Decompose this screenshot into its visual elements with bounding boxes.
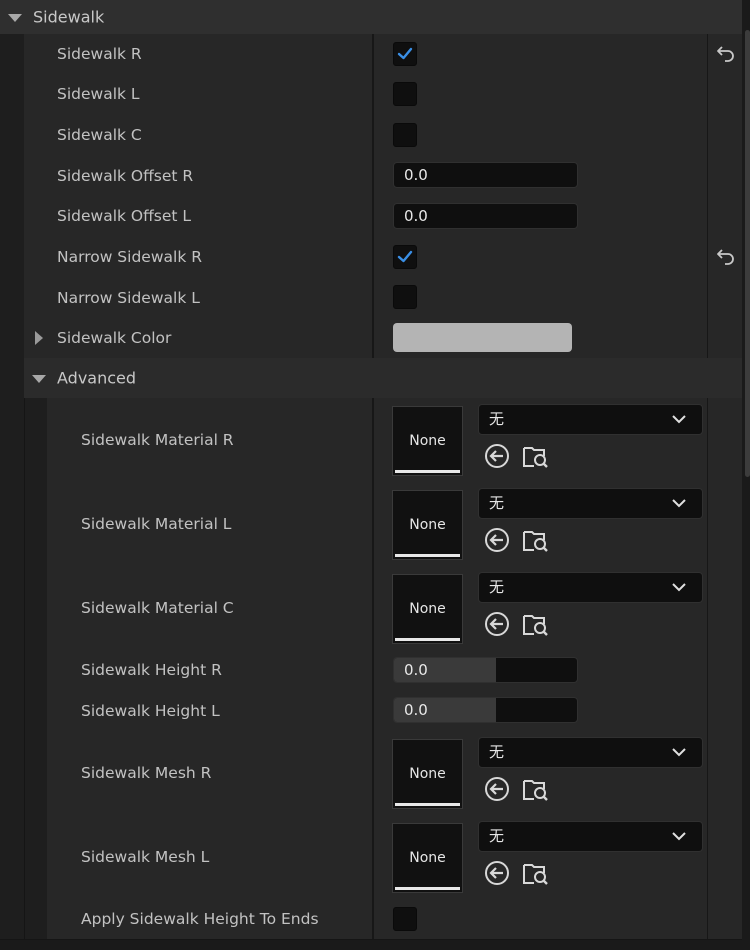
use-selected-asset-icon[interactable] bbox=[483, 859, 511, 887]
browse-asset-icon[interactable] bbox=[521, 859, 549, 887]
property-row-sidewalk-mesh-l: Sidewalk Mesh L None 无 bbox=[0, 815, 742, 900]
sidewalk-height-r-slider[interactable]: 0.0 bbox=[393, 657, 578, 683]
asset-picker-combo[interactable]: 无 bbox=[478, 737, 703, 768]
use-selected-asset-icon[interactable] bbox=[483, 610, 511, 638]
reset-to-default-icon[interactable] bbox=[715, 247, 737, 267]
browse-asset-icon[interactable] bbox=[521, 526, 549, 554]
asset-thumbnail[interactable]: None bbox=[392, 739, 463, 809]
asset-picker-combo[interactable]: 无 bbox=[478, 488, 703, 519]
property-label: Sidewalk Offset L bbox=[57, 207, 192, 225]
checkmark-icon bbox=[397, 47, 413, 60]
property-row-sidewalk-material-c: Sidewalk Material C None 无 bbox=[0, 566, 742, 651]
narrow-sidewalk-r-checkbox[interactable] bbox=[393, 245, 417, 269]
property-row-sidewalk-material-r: Sidewalk Material R None 无 bbox=[0, 398, 742, 483]
property-row-sidewalk-mesh-r: Sidewalk Mesh R None 无 bbox=[0, 731, 742, 816]
sidewalk-height-l-slider[interactable]: 0.0 bbox=[393, 697, 578, 723]
asset-thumbnail[interactable]: None bbox=[392, 406, 463, 476]
property-label: Sidewalk Height R bbox=[81, 661, 222, 679]
thumbnail-label: None bbox=[409, 517, 446, 533]
asset-thumbnail[interactable]: None bbox=[392, 574, 463, 644]
narrow-sidewalk-l-checkbox[interactable] bbox=[393, 285, 417, 309]
property-row-sidewalk-material-l: Sidewalk Material L None 无 bbox=[0, 482, 742, 567]
browse-asset-icon[interactable] bbox=[521, 442, 549, 470]
sidewalk-offset-r-input[interactable]: 0.0 bbox=[393, 162, 578, 188]
asset-picker-combo[interactable]: 无 bbox=[478, 821, 703, 852]
property-label: Sidewalk Color bbox=[57, 329, 172, 347]
property-label: Sidewalk C bbox=[57, 125, 142, 144]
property-label: Sidewalk Material L bbox=[81, 515, 232, 533]
property-label: Narrow Sidewalk L bbox=[57, 288, 200, 307]
use-selected-asset-icon[interactable] bbox=[483, 775, 511, 803]
sidewalk-color-swatch[interactable] bbox=[393, 323, 572, 352]
property-label: Sidewalk Offset R bbox=[57, 166, 194, 185]
category-header-advanced[interactable]: Advanced bbox=[0, 358, 742, 399]
sidewalk-offset-l-input[interactable]: 0.0 bbox=[393, 203, 578, 229]
property-label: Sidewalk Mesh L bbox=[81, 848, 210, 866]
use-selected-asset-icon[interactable] bbox=[483, 442, 511, 470]
category-header-sidewalk[interactable]: Sidewalk bbox=[0, 0, 742, 35]
property-label: Sidewalk Material R bbox=[81, 431, 234, 449]
sidewalk-l-checkbox[interactable] bbox=[393, 82, 417, 106]
thumbnail-label: None bbox=[409, 850, 446, 866]
property-label: Sidewalk Mesh R bbox=[81, 764, 212, 782]
category-label: Advanced bbox=[57, 368, 137, 388]
property-row-sidewalk-height-r: Sidewalk Height R 0.0 bbox=[0, 650, 742, 691]
chevron-down-icon bbox=[672, 583, 686, 592]
apply-sidewalk-height-to-ends-checkbox[interactable] bbox=[393, 907, 417, 931]
sidewalk-c-checkbox[interactable] bbox=[393, 123, 417, 147]
thumbnail-label: None bbox=[409, 601, 446, 617]
sidewalk-r-checkbox[interactable] bbox=[393, 42, 417, 66]
use-selected-asset-icon[interactable] bbox=[483, 526, 511, 554]
chevron-down-icon bbox=[672, 832, 686, 841]
details-panel: Sidewalk Sidewalk R Sidewalk L Sidewalk … bbox=[0, 0, 750, 950]
property-row-sidewalk-offset-l: Sidewalk Offset L 0.0 bbox=[0, 196, 742, 237]
property-label: Sidewalk R bbox=[57, 45, 142, 63]
property-label: Sidewalk Height L bbox=[81, 701, 220, 720]
triangle-down-icon[interactable] bbox=[8, 14, 22, 22]
property-row-sidewalk-color: Sidewalk Color bbox=[0, 318, 742, 359]
asset-picker-combo[interactable]: 无 bbox=[478, 404, 703, 435]
chevron-down-icon bbox=[672, 499, 686, 508]
chevron-down-icon bbox=[672, 748, 686, 757]
property-row-sidewalk-offset-r: Sidewalk Offset R 0.0 bbox=[0, 155, 742, 197]
property-row-narrow-sidewalk-r: Narrow Sidewalk R bbox=[0, 236, 742, 278]
category-label: Sidewalk bbox=[33, 7, 105, 27]
thumbnail-label: None bbox=[409, 766, 446, 782]
property-label: Apply Sidewalk Height To Ends bbox=[81, 910, 319, 928]
property-row-apply-sidewalk-height-to-ends: Apply Sidewalk Height To Ends bbox=[0, 899, 742, 940]
property-row-narrow-sidewalk-l: Narrow Sidewalk L bbox=[0, 277, 742, 319]
reset-to-default-icon[interactable] bbox=[715, 44, 737, 64]
property-row-sidewalk-l: Sidewalk L bbox=[0, 74, 742, 115]
property-label: Sidewalk Material C bbox=[81, 599, 234, 617]
browse-asset-icon[interactable] bbox=[521, 775, 549, 803]
asset-thumbnail[interactable]: None bbox=[392, 823, 463, 893]
property-label: Sidewalk L bbox=[57, 85, 140, 103]
asset-picker-combo[interactable]: 无 bbox=[478, 572, 703, 603]
property-row-sidewalk-height-l: Sidewalk Height L 0.0 bbox=[0, 690, 742, 732]
chevron-down-icon bbox=[672, 415, 686, 424]
property-label: Narrow Sidewalk R bbox=[57, 247, 202, 266]
property-row-sidewalk-c: Sidewalk C bbox=[0, 114, 742, 156]
triangle-right-icon[interactable] bbox=[34, 331, 44, 345]
property-row-sidewalk-r: Sidewalk R bbox=[0, 34, 742, 75]
thumbnail-label: None bbox=[409, 433, 446, 449]
asset-thumbnail[interactable]: None bbox=[392, 490, 463, 560]
checkmark-icon bbox=[397, 250, 413, 263]
triangle-down-icon[interactable] bbox=[32, 375, 46, 383]
scrollbar-thumb[interactable] bbox=[745, 30, 750, 477]
browse-asset-icon[interactable] bbox=[521, 610, 549, 638]
